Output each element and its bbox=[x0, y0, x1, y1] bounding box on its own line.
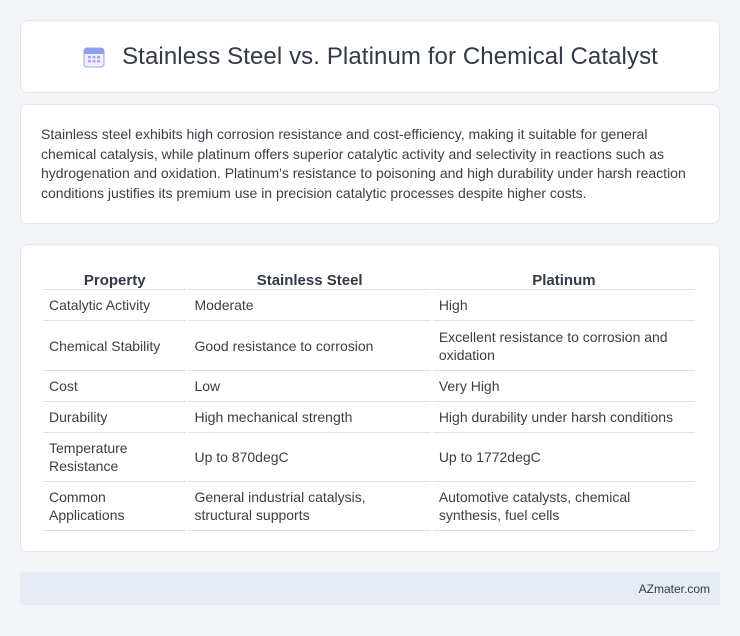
cell-stainless-steel: Low bbox=[188, 371, 431, 402]
cell-platinum: Automotive catalysts, chemical synthesis… bbox=[432, 482, 695, 531]
cell-property: Durability bbox=[43, 402, 187, 433]
title-wrap: Stainless Steel vs. Platinum for Chemica… bbox=[82, 43, 658, 71]
cell-platinum: Excellent resistance to corrosion and ox… bbox=[432, 321, 695, 371]
page-title: Stainless Steel vs. Platinum for Chemica… bbox=[122, 42, 658, 70]
calendar-icon bbox=[83, 47, 105, 67]
table-row: Catalytic Activity Moderate High bbox=[43, 290, 695, 321]
footer-source: AZmater.com bbox=[638, 581, 710, 596]
title-card: Stainless Steel vs. Platinum for Chemica… bbox=[20, 20, 720, 93]
header-stainless-steel: Stainless Steel bbox=[188, 265, 431, 290]
comparison-table: Property Stainless Steel Platinum Cataly… bbox=[41, 265, 697, 531]
table-row: Cost Low Very High bbox=[43, 371, 695, 402]
cell-stainless-steel: General industrial catalysis, structural… bbox=[188, 482, 431, 531]
header-platinum: Platinum bbox=[432, 265, 695, 290]
cell-property: Common Applications bbox=[43, 482, 187, 531]
summary-card: Stainless steel exhibits high corrosion … bbox=[20, 104, 720, 224]
table-row: Chemical Stability Good resistance to co… bbox=[43, 321, 695, 371]
cell-property: Chemical Stability bbox=[43, 321, 187, 371]
cell-stainless-steel: Up to 870degC bbox=[188, 433, 431, 482]
cell-property: Catalytic Activity bbox=[43, 290, 187, 321]
cell-stainless-steel: Moderate bbox=[188, 290, 431, 321]
cell-property: Temperature Resistance bbox=[43, 433, 187, 482]
summary-text: Stainless steel exhibits high corrosion … bbox=[41, 126, 686, 201]
cell-stainless-steel: Good resistance to corrosion bbox=[188, 321, 431, 371]
cell-platinum: Up to 1772degC bbox=[432, 433, 695, 482]
cell-platinum: Very High bbox=[432, 371, 695, 402]
table-row: Common Applications General industrial c… bbox=[43, 482, 695, 531]
cell-property: Cost bbox=[43, 371, 187, 402]
table-row: Durability High mechanical strength High… bbox=[43, 402, 695, 433]
cell-platinum: High bbox=[432, 290, 695, 321]
footer: AZmater.com bbox=[20, 572, 720, 605]
table-header-row: Property Stainless Steel Platinum bbox=[43, 265, 695, 290]
cell-platinum: High durability under harsh conditions bbox=[432, 402, 695, 433]
table-row: Temperature Resistance Up to 870degC Up … bbox=[43, 433, 695, 482]
header-property: Property bbox=[43, 265, 187, 290]
cell-stainless-steel: High mechanical strength bbox=[188, 402, 431, 433]
table-card: Property Stainless Steel Platinum Cataly… bbox=[20, 244, 720, 552]
